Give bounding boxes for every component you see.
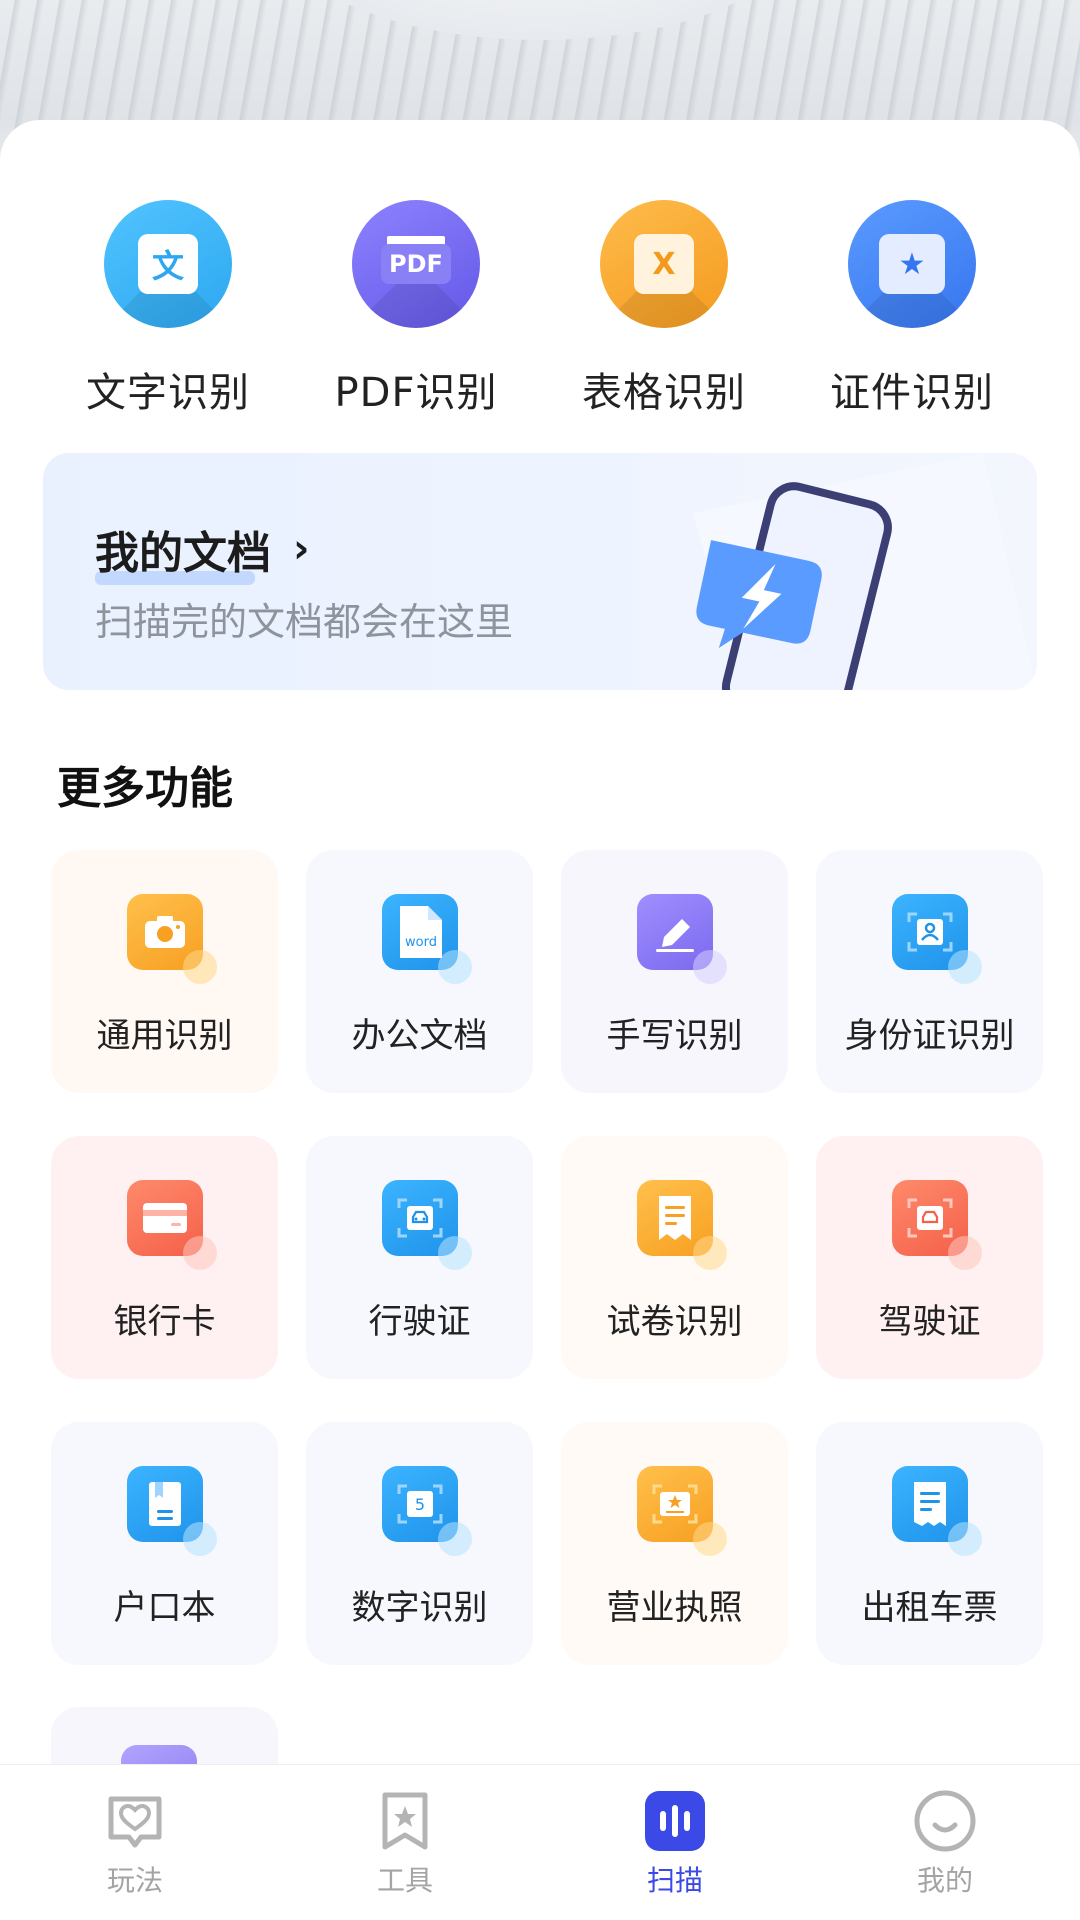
id-card-recognition-label: 身份证识别 (844, 1016, 1015, 1056)
star-bookmark-icon (373, 1789, 437, 1853)
tab-tools[interactable]: 工具 (270, 1765, 540, 1920)
bottom-navigation: 玩法 工具 扫描 我的 (0, 1764, 1080, 1920)
scan-waveform-icon (643, 1789, 707, 1853)
text-recognition-label: 文字识别 (86, 370, 250, 416)
tab-scan[interactable]: 扫描 (540, 1765, 810, 1920)
bank-card-icon (126, 1180, 217, 1270)
vehicle-license-icon (381, 1180, 472, 1270)
taxi-receipt-label: 出租车票 (861, 1588, 998, 1628)
tab-tools-label: 工具 (376, 1864, 433, 1897)
household-book-tile[interactable]: 户口本 (51, 1422, 278, 1665)
id-recognition-icon: ★ (848, 200, 976, 328)
driver-license-label: 驾驶证 (878, 1302, 981, 1342)
household-book-label: 户口本 (113, 1588, 216, 1628)
office-document-label: 办公文档 (351, 1016, 488, 1056)
tab-scan-label: 扫描 (646, 1864, 703, 1897)
camera-icon (126, 894, 217, 984)
table-recognition-icon: X (600, 200, 728, 328)
exam-paper-label: 试卷识别 (606, 1302, 743, 1342)
exam-paper-tile[interactable]: 试卷识别 (561, 1136, 788, 1379)
id-recognition-label: 证件识别 (830, 370, 994, 416)
text-recognition-button[interactable]: 文 文字识别 (48, 200, 288, 420)
text-recognition-icon: 文 (104, 200, 232, 328)
business-license-label: 营业执照 (606, 1588, 743, 1628)
heart-message-icon (103, 1789, 167, 1853)
household-book-icon (126, 1466, 217, 1556)
tab-play[interactable]: 玩法 (0, 1765, 270, 1920)
taxi-receipt-icon (891, 1466, 982, 1556)
tab-mine-label: 我的 (916, 1864, 973, 1897)
id-recognition-button[interactable]: ★ 证件识别 (792, 200, 1032, 420)
number-recognition-icon: 5 (381, 1466, 472, 1556)
handwriting-recognition-tile[interactable]: 手写识别 (561, 850, 788, 1093)
svg-text:word: word (405, 935, 437, 950)
bank-card-label: 银行卡 (113, 1302, 216, 1342)
driver-license-icon (891, 1180, 982, 1270)
word-document-icon: word (381, 894, 472, 984)
my-documents-title: 我的文档 › (95, 517, 310, 585)
tab-play-label: 玩法 (106, 1864, 163, 1897)
table-recognition-button[interactable]: X 表格识别 (544, 200, 784, 420)
smile-profile-icon (913, 1789, 977, 1853)
chevron-right-icon: › (293, 526, 310, 572)
id-card-recognition-tile[interactable]: 身份证识别 (816, 850, 1043, 1093)
general-recognition-label: 通用识别 (96, 1016, 233, 1056)
phone-flash-illustration (693, 453, 1037, 690)
svg-text:5: 5 (414, 1495, 424, 1514)
id-card-icon (891, 894, 982, 984)
vehicle-license-label: 行驶证 (368, 1302, 471, 1342)
office-document-tile[interactable]: word 办公文档 (306, 850, 533, 1093)
vehicle-license-tile[interactable]: 行驶证 (306, 1136, 533, 1379)
exam-paper-icon (636, 1180, 727, 1270)
my-documents-banner[interactable]: 我的文档 › 扫描完的文档都会在这里 (43, 453, 1037, 690)
top-recognition-grid: 文 文字识别 PDF PDF识别 X 表格识别 ★ 证件识别 (0, 200, 1080, 420)
more-functions-title: 更多功能 (57, 763, 233, 814)
number-recognition-tile[interactable]: 5 数字识别 (306, 1422, 533, 1665)
number-recognition-label: 数字识别 (351, 1588, 488, 1628)
pdf-recognition-button[interactable]: PDF PDF识别 (296, 200, 536, 420)
business-license-icon (636, 1466, 727, 1556)
business-license-tile[interactable]: 营业执照 (561, 1422, 788, 1665)
my-documents-subtitle: 扫描完的文档都会在这里 (95, 600, 514, 644)
taxi-receipt-tile[interactable]: 出租车票 (816, 1422, 1043, 1665)
handwriting-recognition-label: 手写识别 (606, 1016, 743, 1056)
tab-mine[interactable]: 我的 (810, 1765, 1080, 1920)
pdf-recognition-icon: PDF (352, 200, 480, 328)
bank-card-tile[interactable]: 银行卡 (51, 1136, 278, 1379)
pdf-recognition-label: PDF识别 (334, 370, 498, 416)
general-recognition-tile[interactable]: 通用识别 (51, 850, 278, 1093)
driver-license-tile[interactable]: 驾驶证 (816, 1136, 1043, 1379)
pen-edit-icon (636, 894, 727, 984)
table-recognition-label: 表格识别 (582, 370, 746, 416)
